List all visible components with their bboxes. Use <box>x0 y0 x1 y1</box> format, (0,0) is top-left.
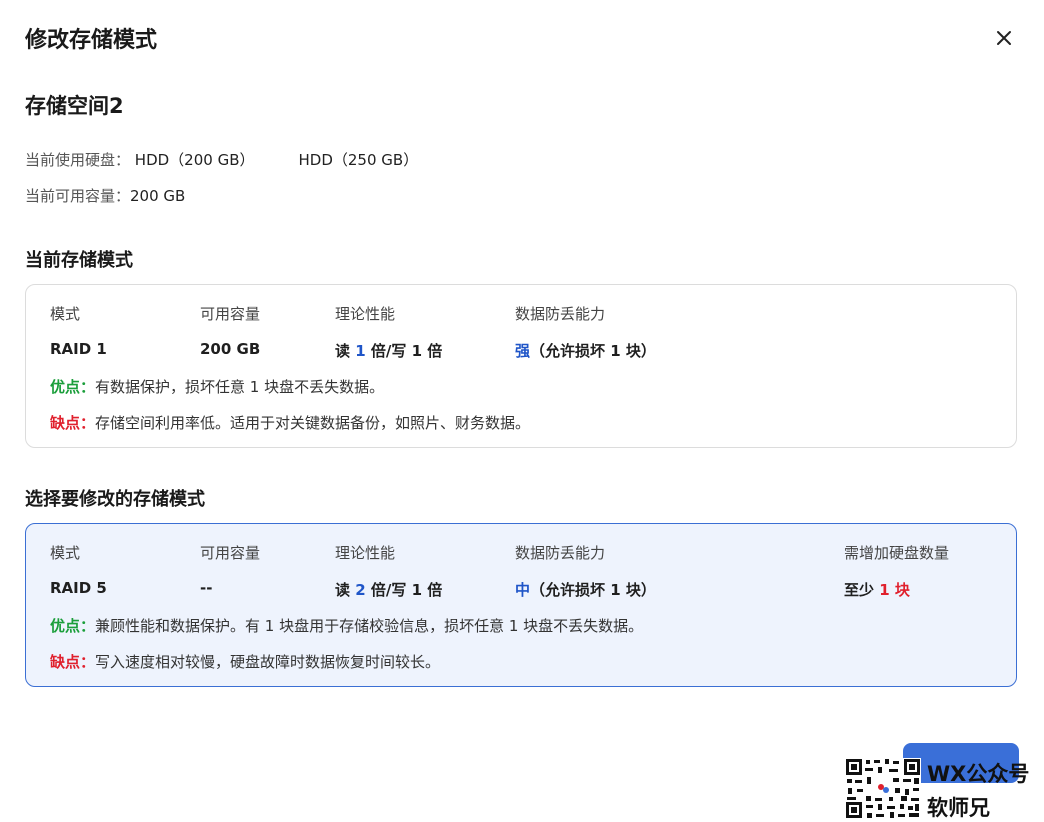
header-capacity: 可用容量 <box>200 544 261 562</box>
disk-1: HDD（200 GB） <box>134 151 255 169</box>
close-icon <box>997 31 1011 45</box>
performance-value: 读 2 倍/写 1 倍 <box>335 579 442 600</box>
current-capacity-row: 当前可用容量：200 GB <box>25 185 185 206</box>
disks-needed-value: 至少 1 块 <box>844 579 910 600</box>
capacity-value: 200 GB <box>200 340 261 358</box>
perf-rest: 倍/写 1 倍 <box>365 342 443 360</box>
perf-rest: 倍/写 1 倍 <box>365 581 443 599</box>
header-disks-needed: 需增加硬盘数量 <box>844 544 950 562</box>
dialog-title: 修改存储模式 <box>25 28 158 53</box>
pros-text: 兼顾性能和数据保护。有 1 块盘用于存储校验信息，损坏任意 1 块盘不丢失数据。 <box>95 617 644 635</box>
pros-line: 优点：有数据保护，损坏任意 1 块盘不丢失数据。 <box>50 376 384 397</box>
watermark: WX公众号 软师兄 <box>845 758 1044 820</box>
close-button[interactable] <box>990 24 1018 52</box>
mode-value: RAID 5 <box>50 579 107 597</box>
protection-level: 强 <box>515 342 531 360</box>
pros-line: 优点：兼顾性能和数据保护。有 1 块盘用于存储校验信息，损坏任意 1 块盘不丢失… <box>50 615 643 636</box>
protection-value: 中（允许损坏 1 块） <box>515 579 656 600</box>
protection-detail: （允许损坏 1 块） <box>530 581 656 599</box>
current-disks-label: 当前使用硬盘： <box>25 151 131 169</box>
qr-code-icon <box>845 758 921 819</box>
cons-text: 存储空间利用率低。适用于对关键数据备份，如照片、财务数据。 <box>95 414 531 432</box>
mode-value: RAID 1 <box>50 340 107 358</box>
pros-label: 优点： <box>50 617 96 635</box>
disk-2: HDD（250 GB） <box>298 151 419 169</box>
target-mode-title: 选择要修改的存储模式 <box>25 489 205 510</box>
perf-read-prefix: 读 <box>335 342 356 360</box>
header-protection: 数据防丢能力 <box>515 544 606 562</box>
header-mode: 模式 <box>50 544 81 562</box>
header-protection: 数据防丢能力 <box>515 305 606 323</box>
protection-detail: （允许损坏 1 块） <box>530 342 656 360</box>
header-capacity: 可用容量 <box>200 305 261 323</box>
watermark-line1: WX公众号 <box>927 762 1030 786</box>
perf-read-multiplier: 1 <box>355 342 366 360</box>
cons-line: 缺点：写入速度相对较慢，硬盘故障时数据恢复时间较长。 <box>50 651 440 672</box>
header-performance: 理论性能 <box>335 305 396 323</box>
cons-text: 写入速度相对较慢，硬盘故障时数据恢复时间较长。 <box>95 653 441 671</box>
cons-label: 缺点： <box>50 414 96 432</box>
pros-label: 优点： <box>50 378 96 396</box>
current-disks-row: 当前使用硬盘： HDD（200 GB） HDD（250 GB） <box>25 149 418 170</box>
current-mode-title: 当前存储模式 <box>25 250 133 271</box>
performance-value: 读 1 倍/写 1 倍 <box>335 340 442 361</box>
protection-value: 强（允许损坏 1 块） <box>515 340 656 361</box>
capacity-value: -- <box>200 579 213 597</box>
header-mode: 模式 <box>50 305 81 323</box>
cons-line: 缺点：存储空间利用率低。适用于对关键数据备份，如照片、财务数据。 <box>50 412 530 433</box>
current-capacity-label: 当前可用容量： <box>25 187 131 205</box>
perf-read-multiplier: 2 <box>355 581 366 599</box>
header-performance: 理论性能 <box>335 544 396 562</box>
target-mode-card-raid5[interactable]: 模式 可用容量 理论性能 数据防丢能力 需增加硬盘数量 RAID 5 -- 读 … <box>25 523 1017 687</box>
disks-needed-count: 1 块 <box>879 581 910 599</box>
perf-read-prefix: 读 <box>335 581 356 599</box>
watermark-line2: 软师兄 <box>927 796 990 820</box>
current-mode-card: 模式 可用容量 理论性能 数据防丢能力 RAID 1 200 GB 读 1 倍/… <box>25 284 1017 448</box>
storage-space-name: 存储空间2 <box>25 94 124 118</box>
current-capacity-value: 200 GB <box>130 187 186 205</box>
disks-needed-prefix: 至少 <box>844 581 880 599</box>
pros-text: 有数据保护，损坏任意 1 块盘不丢失数据。 <box>95 378 385 396</box>
cons-label: 缺点： <box>50 653 96 671</box>
protection-level: 中 <box>515 581 531 599</box>
